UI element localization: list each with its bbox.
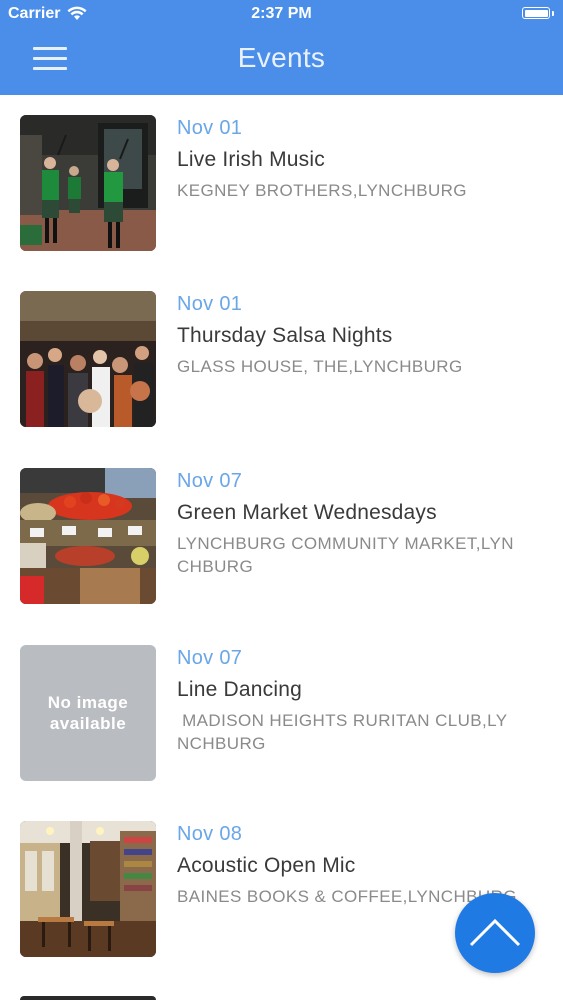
event-row-green-market-wednesdays[interactable]: Nov 07 Green Market Wednesdays LYNCHBURG… bbox=[0, 448, 563, 624]
placeholder-text: available bbox=[49, 714, 127, 733]
status-bar: Carrier 2:37 PM bbox=[0, 0, 563, 30]
chevron-up-icon bbox=[469, 918, 521, 947]
event-venue: GLASS HOUSE, THE,LYNCHBURG bbox=[177, 357, 463, 376]
placeholder-text: No image bbox=[47, 693, 129, 712]
event-image-irish-music bbox=[20, 115, 156, 251]
event-image-bookstore bbox=[20, 821, 156, 957]
event-venue: KEGNEY BROTHERS,LYNCHBURG bbox=[177, 181, 467, 200]
scroll-to-top-button[interactable] bbox=[455, 893, 535, 973]
no-image-placeholder: No image available bbox=[20, 645, 156, 781]
event-date: Nov 07 bbox=[177, 470, 243, 492]
page-title: Events bbox=[237, 42, 326, 73]
event-title: Line Dancing bbox=[177, 678, 302, 701]
battery-icon bbox=[522, 7, 554, 19]
next-event-image-edge bbox=[20, 996, 156, 1000]
event-venue: LYNCHBURG COMMUNITY MARKET,LYNCHBURG bbox=[177, 534, 514, 576]
event-row-thursday-salsa-nights[interactable]: Nov 01 Thursday Salsa Nights GLASS HOUSE… bbox=[0, 271, 563, 447]
event-image-market bbox=[20, 468, 156, 604]
event-title: Acoustic Open Mic bbox=[177, 854, 356, 877]
nav-bar: Carrier 2:37 PM Events bbox=[0, 0, 563, 95]
status-time: 2:37 PM bbox=[251, 5, 312, 22]
event-date: Nov 07 bbox=[177, 647, 243, 669]
event-image-salsa bbox=[20, 291, 156, 427]
event-venue: MADISON HEIGHTS RURITAN CLUB,LYNCHBURG bbox=[177, 711, 508, 753]
event-date: Nov 01 bbox=[177, 293, 243, 315]
event-row-live-irish-music[interactable]: Nov 01 Live Irish Music KEGNEY BROTHERS,… bbox=[0, 95, 563, 271]
event-title: Thursday Salsa Nights bbox=[177, 324, 393, 347]
event-title: Green Market Wednesdays bbox=[177, 501, 437, 524]
event-row-line-dancing[interactable]: No image available Nov 07 Line Dancing M… bbox=[0, 625, 563, 801]
event-title: Live Irish Music bbox=[177, 148, 325, 171]
event-date: Nov 01 bbox=[177, 117, 243, 139]
event-date: Nov 08 bbox=[177, 823, 243, 845]
